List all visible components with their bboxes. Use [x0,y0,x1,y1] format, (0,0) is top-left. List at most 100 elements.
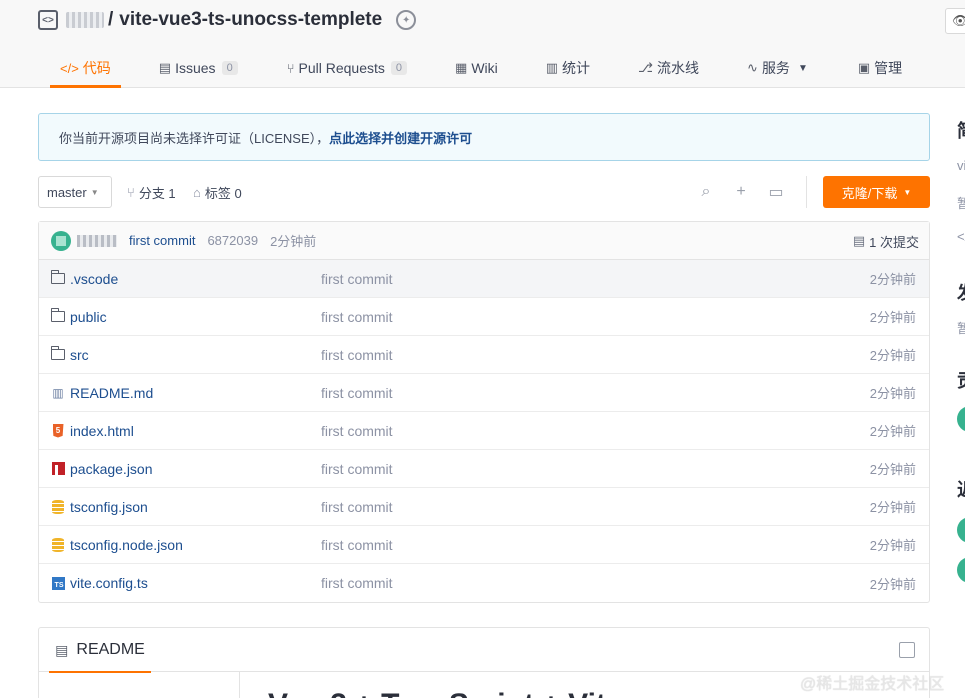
tab-stats[interactable]: ▥ 统计 [546,48,590,88]
file-time: 2分钟前 [869,424,916,439]
sidebar-releases-text: 暂 [957,321,965,336]
tab-pull-requests[interactable]: ⑂ Pull Requests 0 [287,48,408,88]
file-commit-message[interactable]: first commit [321,499,393,515]
tab-code[interactable]: </> 代码 [50,48,121,88]
commit-sha[interactable]: 6872039 [207,233,258,248]
tab-manage[interactable]: ▣ 管理 [858,48,902,88]
pull-requests-count: 0 [390,61,408,75]
npm-file-icon [51,462,65,476]
file-row[interactable]: tsconfig.json first commit 2分钟前 [39,488,929,526]
file-name[interactable]: src [70,347,89,363]
branch-select[interactable]: master ▼ [38,176,112,208]
sidebar-heading-intro: 简 [957,117,965,143]
file-name[interactable]: .vscode [70,271,118,287]
file-name[interactable]: tsconfig.json [70,499,148,515]
readme-icon: ▤ [55,641,69,658]
file-commit-message[interactable]: first commit [321,575,393,591]
file-time: 2分钟前 [869,462,916,477]
avatar[interactable] [51,230,71,251]
tab-services[interactable]: ∿ 服务 ▼ [747,48,808,88]
file-commit-message[interactable]: first commit [321,347,393,363]
activity-avatar[interactable] [957,557,965,583]
chart-icon: ▥ [545,60,559,75]
json-file-icon [51,537,65,552]
file-commit-message[interactable]: first commit [321,461,393,477]
file-name[interactable]: README.md [70,385,153,401]
file-row[interactable]: ▥ README.md first commit 2分钟前 [39,374,929,412]
repo-tabs: </> 代码 ▤ Issues 0 ⑂ Pull Requests 0 ▦ Wi… [38,48,902,88]
branch-name: master [47,184,87,200]
folder-icon [50,308,65,324]
branches-link[interactable]: ⑂ 分支 1 [127,176,176,208]
sidebar-language: </ [957,229,965,244]
edit-icon[interactable] [899,642,915,658]
file-commit-message[interactable]: first commit [321,309,393,325]
clone-download-button[interactable]: 克隆/下载 ▼ [823,176,930,208]
commit-count-link[interactable]: ▤ 1 次提交 [853,222,919,260]
file-row[interactable]: public first commit 2分钟前 [39,298,929,336]
folder-icon [50,270,65,286]
file-row[interactable]: tsconfig.node.json first commit 2分钟前 [39,526,929,564]
watermark: @稀土掘金技术社区 [800,676,945,693]
file-time: 2分钟前 [869,386,916,401]
activity-avatar[interactable] [957,517,965,543]
web-ide-icon[interactable]: ▭ [767,183,785,201]
commit-message[interactable]: first commit [129,233,195,248]
file-name[interactable]: index.html [70,423,134,439]
create-license-link[interactable]: 点此选择并创建开源许可 [329,128,472,147]
chevron-down-icon: ▼ [797,62,808,74]
file-row[interactable]: src first commit 2分钟前 [39,336,929,374]
wiki-icon: ▦ [455,60,468,75]
tab-issues[interactable]: ▤ Issues 0 [159,48,238,88]
repo-owner-blurred[interactable] [66,12,104,28]
folder-icon [50,346,65,362]
contributor-avatar[interactable] [957,406,965,432]
readme-panel: ▤ README Vue 3 + TypeScript + Vite [38,627,930,698]
file-row[interactable]: TS vite.config.ts first commit 2分钟前 [39,564,929,602]
tab-pipeline[interactable]: ⎇ 流水线 [638,48,699,88]
issues-count: 0 [221,61,238,75]
latest-commit-bar: first commit 6872039 2分钟前 ▤ 1 次提交 [39,222,929,260]
file-time: 2分钟前 [869,310,916,325]
file-commit-message[interactable]: first commit [321,271,393,287]
file-name[interactable]: package.json [70,461,153,477]
commit-author-blurred[interactable] [77,234,117,247]
file-time: 2分钟前 [869,576,916,592]
eye-icon: 👁 [952,13,965,28]
add-file-icon[interactable]: + [732,183,750,201]
chevron-down-icon: ▼ [903,187,912,197]
license-notice: 你当前开源项目尚未选择许可证（LICENSE）， 点此选择并创建开源许可 [38,113,930,161]
file-row[interactable]: package.json first commit 2分钟前 [39,450,929,488]
caret-down-icon: ▼ [90,187,99,197]
readme-header: ▤ README [39,628,929,673]
gvp-badge-icon[interactable]: ✦ [396,10,417,30]
readme-tab[interactable]: ▤ README [49,628,151,673]
tag-icon: ⌂ [193,184,201,200]
sidebar-heading-releases: 发 [957,279,965,305]
search-icon[interactable]: ⌕ [697,183,715,201]
file-commit-message[interactable]: first commit [321,537,393,553]
toolbar-divider [806,176,807,208]
sidebar-heading-activity: 近 [957,476,965,502]
license-notice-text: 你当前开源项目尚未选择许可证（LICENSE）， [59,130,330,146]
file-row[interactable]: .vscode first commit 2分钟前 [39,260,929,298]
file-name[interactable]: tsconfig.node.json [70,537,183,553]
tab-wiki[interactable]: ▦ Wiki [455,48,498,88]
sidebar-text: 暂 [957,196,965,211]
file-commit-message[interactable]: first commit [321,423,393,439]
issues-icon: ▤ [158,60,172,75]
tags-link[interactable]: ⌂ 标签 0 [193,176,242,208]
pipeline-icon: ⎇ [638,60,654,75]
json-file-icon [51,499,65,514]
repo-name[interactable]: vite-vue3-ts-unocss-templete [119,9,382,31]
file-name[interactable]: vite.config.ts [70,575,148,591]
sidebar-description: vi [957,158,965,173]
file-name[interactable]: public [70,309,107,325]
file-time: 2分钟前 [869,348,916,363]
service-icon: ∿ [747,60,758,75]
watch-button[interactable]: 👁 [945,8,965,34]
file-row[interactable]: 5 index.html first commit 2分钟前 [39,412,929,450]
commits-icon: ▤ [852,233,866,248]
file-table: first commit 6872039 2分钟前 ▤ 1 次提交 .vscod… [38,221,930,603]
file-commit-message[interactable]: first commit [321,385,393,401]
